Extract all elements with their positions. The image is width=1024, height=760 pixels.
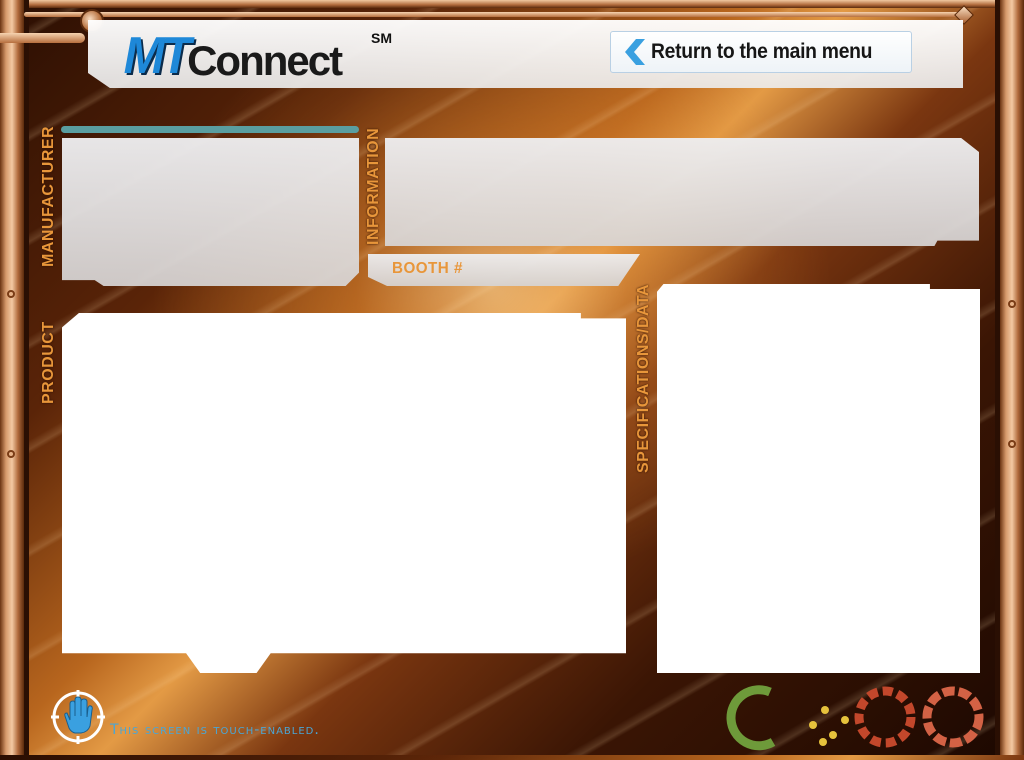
product-label: PRODUCT: [40, 321, 57, 404]
gear-decoration-icon: [715, 680, 995, 755]
information-label: INFORMATION: [365, 127, 382, 245]
frame-notch: [7, 450, 15, 458]
information-panel: [385, 138, 979, 246]
frame-left-rail: [0, 33, 85, 43]
mtconnect-logo: MT Connect: [122, 26, 343, 85]
frame-notch: [7, 290, 15, 298]
frame-top-rail: [24, 12, 964, 17]
touch-hand-icon: [51, 690, 105, 744]
manufacturer-label: MANUFACTURER: [40, 125, 57, 267]
frame-notch: [1008, 300, 1016, 308]
logo-mt-text: MT: [123, 27, 192, 85]
logo-connect-text: Connect: [187, 37, 343, 84]
specifications-label: SPECIFICATIONS/DATA: [635, 283, 652, 473]
product-panel: [62, 313, 626, 673]
frame-right: [1000, 0, 1024, 755]
logo-service-mark: SM: [371, 30, 392, 46]
frame-notch: [1008, 440, 1016, 448]
frame-top: [0, 0, 1024, 8]
touch-enabled-text: This screen is touch-enabled.: [110, 722, 320, 738]
frame-inner-right: [995, 0, 1000, 755]
return-button-label: Return to the main menu: [651, 40, 873, 63]
frame-inner-left: [24, 0, 29, 755]
booth-label: BOOTH #: [392, 260, 463, 277]
specifications-panel: [657, 284, 980, 673]
frame-left: [0, 0, 24, 755]
return-to-main-menu-button[interactable]: Return to the main menu: [610, 31, 912, 73]
chevron-left-icon: [611, 31, 651, 73]
manufacturer-panel: [62, 138, 359, 286]
manufacturer-accent-bar: [61, 126, 359, 133]
